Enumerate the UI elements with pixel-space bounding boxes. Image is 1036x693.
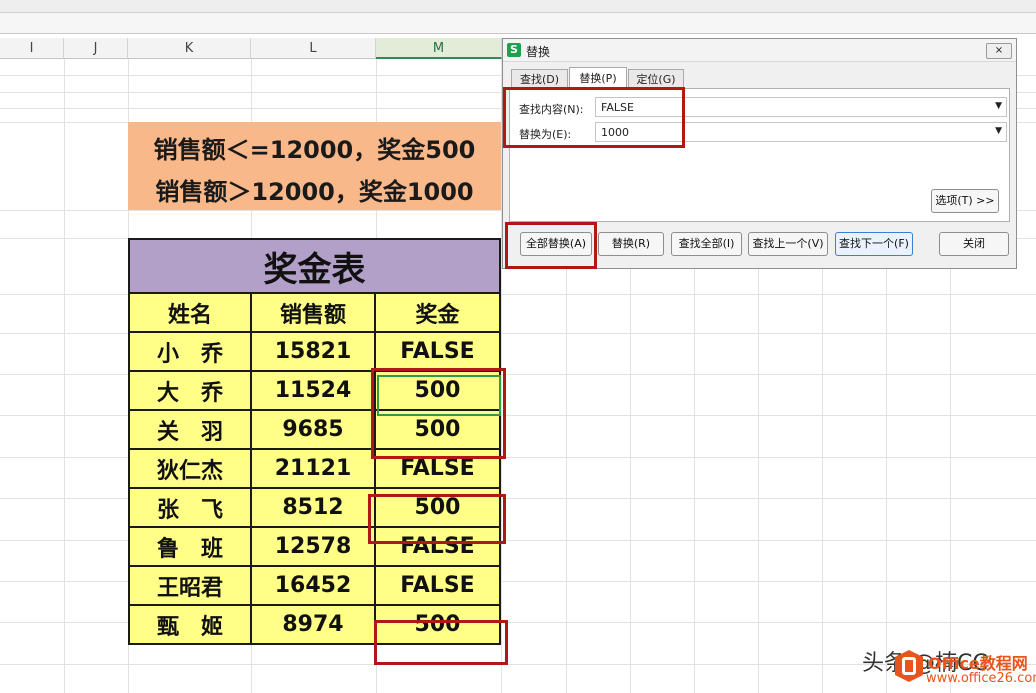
cell-sales[interactable]: 15821: [250, 331, 376, 372]
table-title[interactable]: 奖金表: [128, 238, 501, 294]
ribbon-strip: [0, 0, 1036, 13]
header-name[interactable]: 姓名: [128, 292, 252, 333]
spreadsheet-app-icon: S: [507, 43, 521, 57]
find-previous-button[interactable]: 查找上一个(V): [748, 232, 828, 256]
watermark-site-url: www.office26.com: [926, 671, 1036, 686]
dialog-titlebar[interactable]: S 替换 ⨯: [503, 39, 1016, 62]
table-header-row: 姓名 销售额 奖金: [128, 292, 501, 333]
column-header-l[interactable]: L: [251, 38, 376, 59]
cell-sales[interactable]: 11524: [250, 370, 376, 411]
dialog-close-icon[interactable]: ⨯: [986, 43, 1012, 59]
cell-name[interactable]: 大 乔: [128, 370, 252, 411]
options-button[interactable]: 选项(T) >>: [931, 189, 999, 213]
rule-line-1: 销售额＜=12000，奖金500: [153, 136, 476, 164]
find-next-button[interactable]: 查找下一个(F): [835, 232, 913, 256]
replace-dialog[interactable]: S 替换 ⨯ 查找(D) 替换(P) 定位(G) 查找内容(N): FALSE …: [502, 38, 1017, 269]
cell-sales[interactable]: 9685: [250, 409, 376, 450]
cell-name[interactable]: 关 羽: [128, 409, 252, 450]
cell-name[interactable]: 鲁 班: [128, 526, 252, 567]
highlight-box-500-group-3: [374, 620, 508, 665]
highlight-box-find-replace: [503, 87, 685, 148]
column-header-m[interactable]: M: [376, 38, 502, 59]
cell-sales[interactable]: 8512: [250, 487, 376, 528]
close-button[interactable]: 关闭: [939, 232, 1009, 256]
header-sales[interactable]: 销售额: [250, 292, 376, 333]
cell-bonus[interactable]: FALSE: [374, 331, 501, 372]
formula-bar[interactable]: [0, 13, 1036, 34]
column-header-i[interactable]: I: [0, 38, 64, 59]
column-header-j[interactable]: J: [64, 38, 128, 59]
header-bonus[interactable]: 奖金: [374, 292, 501, 333]
dialog-title: 替换: [526, 45, 551, 59]
replace-button[interactable]: 替换(R): [598, 232, 664, 256]
tab-find[interactable]: 查找(D): [511, 69, 568, 88]
highlight-box-500-group-2: [368, 494, 506, 544]
cell-sales[interactable]: 16452: [250, 565, 376, 606]
cell-name[interactable]: 甄 姬: [128, 604, 252, 645]
tab-replace[interactable]: 替换(P): [569, 67, 627, 89]
dropdown-arrow-icon[interactable]: ▼: [995, 126, 1002, 136]
cell-name[interactable]: 小 乔: [128, 331, 252, 372]
table-row: 王昭君 16452 FALSE: [128, 565, 501, 606]
cell-sales[interactable]: 8974: [250, 604, 376, 645]
find-all-button[interactable]: 查找全部(I): [671, 232, 742, 256]
rule-line-2: 销售额＞12000，奖金1000: [155, 178, 474, 206]
dropdown-arrow-icon[interactable]: ▼: [995, 101, 1002, 111]
cell-name[interactable]: 张 飞: [128, 487, 252, 528]
cell-name[interactable]: 狄仁杰: [128, 448, 252, 489]
column-header-k[interactable]: K: [128, 38, 251, 59]
highlight-box-replace-all: [505, 222, 597, 269]
cell-sales[interactable]: 21121: [250, 448, 376, 489]
table-row: 小 乔 15821 FALSE: [128, 331, 501, 372]
rule-note: 销售额＜=12000，奖金500 销售额＞12000，奖金1000: [128, 122, 501, 210]
cell-bonus[interactable]: FALSE: [374, 565, 501, 606]
cell-name[interactable]: 王昭君: [128, 565, 252, 606]
cell-sales[interactable]: 12578: [250, 526, 376, 567]
tab-goto[interactable]: 定位(G): [628, 69, 684, 88]
highlight-box-500-group-1: [371, 368, 506, 459]
